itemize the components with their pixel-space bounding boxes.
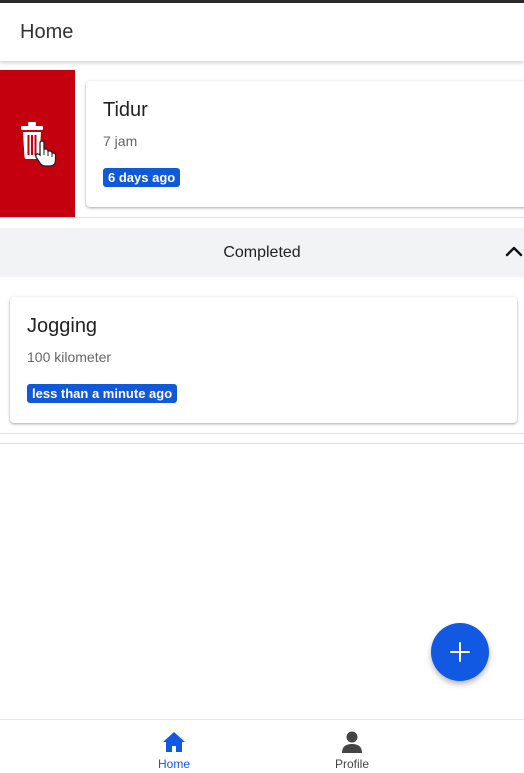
- divider: [0, 433, 524, 434]
- nav-item-profile[interactable]: Profile: [292, 720, 412, 773]
- time-badge: 6 days ago: [103, 168, 181, 187]
- task-name: Tidur: [103, 99, 148, 121]
- divider: [0, 217, 524, 218]
- home-icon: [163, 732, 185, 752]
- task-card[interactable]: Tidur 7 jam 6 days ago: [86, 81, 524, 207]
- section-label: Completed: [223, 243, 301, 261]
- completed-section-header[interactable]: Completed: [0, 228, 524, 277]
- task-detail: 7 jam: [103, 133, 138, 149]
- nav-item-home[interactable]: Home: [114, 720, 234, 773]
- app-bar: Home: [0, 3, 524, 61]
- swipe-delete-action[interactable]: [0, 70, 75, 218]
- add-task-button[interactable]: [431, 623, 489, 681]
- task-name: Jogging: [27, 315, 98, 337]
- trash-icon: [20, 122, 56, 167]
- person-icon: [342, 731, 362, 753]
- task-detail: 100 kilometer: [27, 349, 112, 365]
- nav-label: Home: [157, 757, 190, 771]
- page-title: Home: [20, 20, 74, 43]
- chevron-up-icon: [505, 246, 523, 257]
- time-badge: less than a minute ago: [27, 384, 178, 403]
- bottom-navigation: Home Profile: [0, 719, 524, 773]
- divider: [0, 443, 524, 444]
- task-card[interactable]: Jogging 100 kilometer less than a minute…: [10, 297, 517, 423]
- nav-label: Profile: [334, 757, 369, 771]
- plus-icon: [450, 642, 470, 662]
